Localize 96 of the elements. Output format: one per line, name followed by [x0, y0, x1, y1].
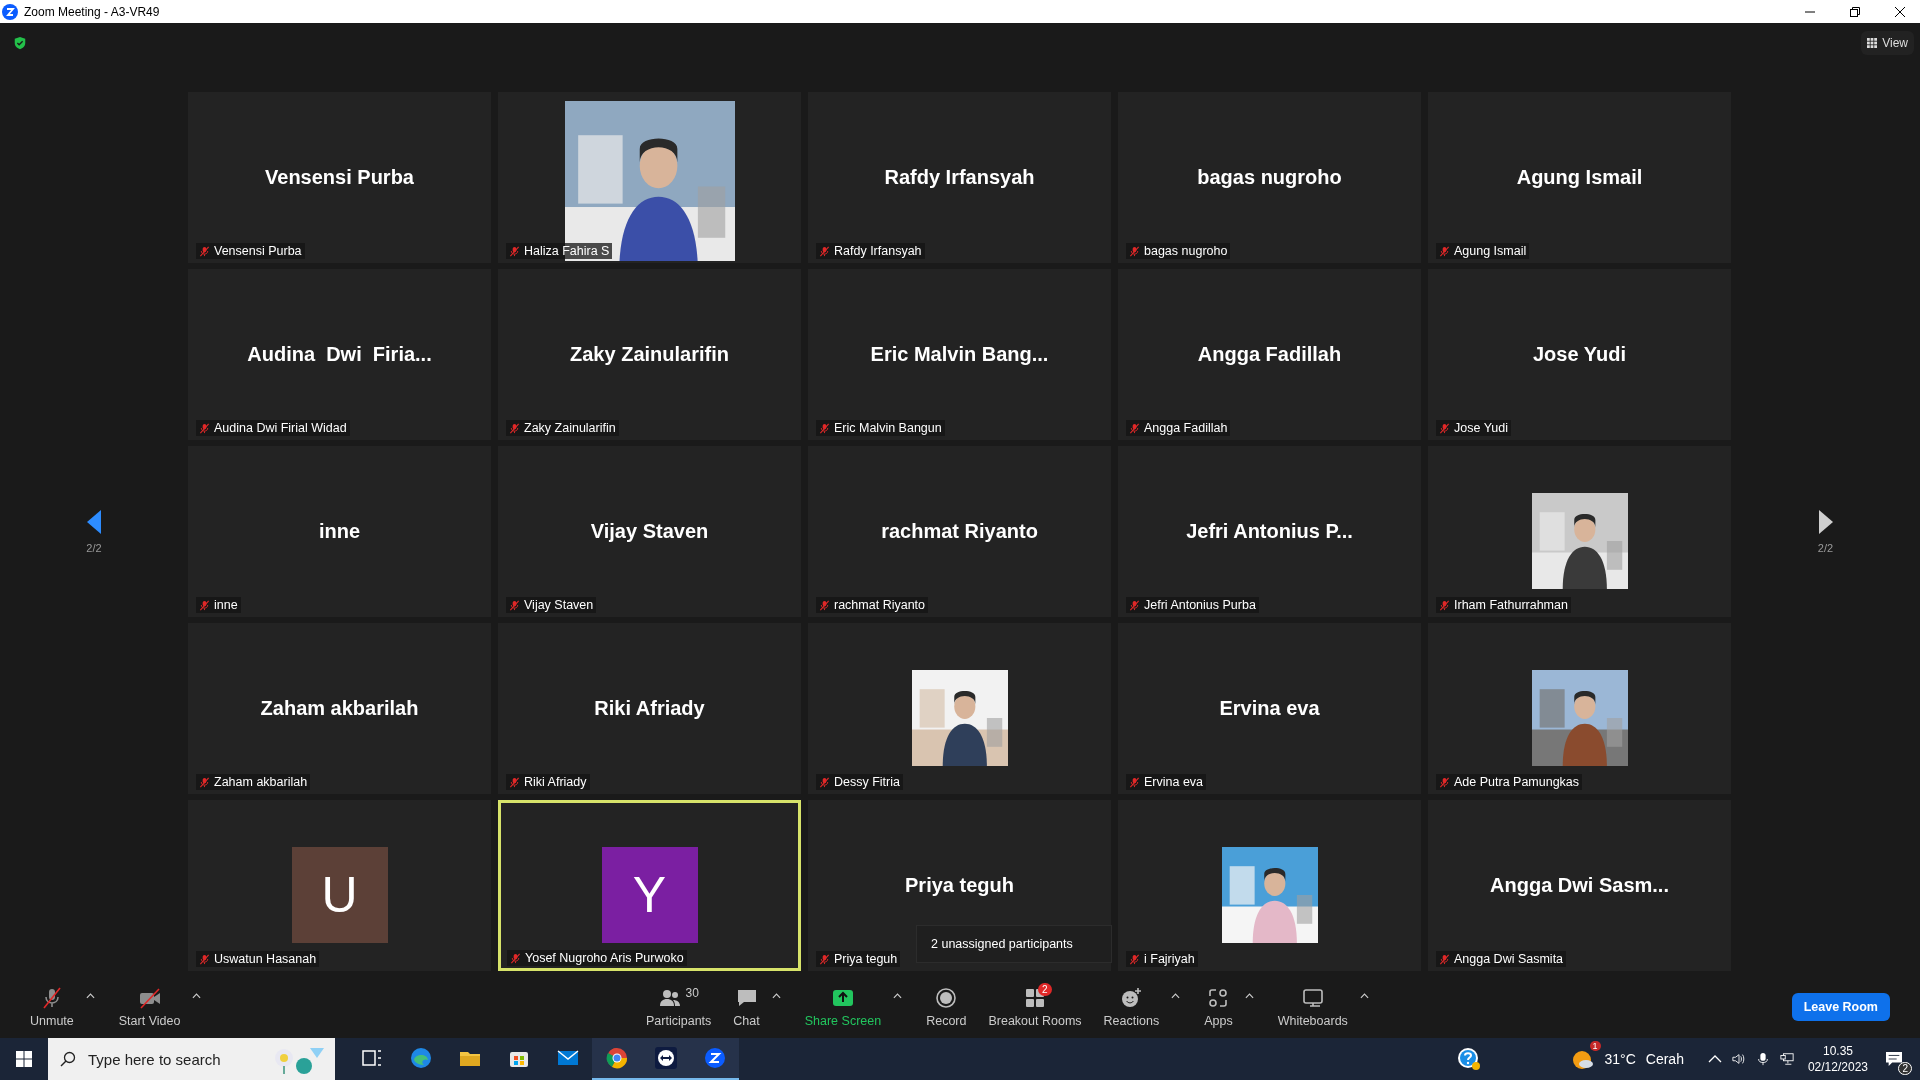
- shield-icon[interactable]: [13, 36, 27, 50]
- participant-label: i Fajriyah: [1144, 952, 1195, 966]
- participant-name: Angga Dwi Sasm...: [1490, 874, 1669, 897]
- avatar-initial: Y: [601, 846, 698, 943]
- toolbar-button[interactable]: 30 Participants: [636, 985, 722, 1028]
- previous-page-icon[interactable]: [87, 510, 101, 534]
- page-indicator: 2/2: [1817, 542, 1834, 554]
- participant-name: Vensensi Purba: [265, 166, 414, 189]
- close-icon[interactable]: [1894, 5, 1906, 18]
- avatar-initial: U: [291, 846, 388, 943]
- temperature-text: 31°C: [1604, 1051, 1636, 1067]
- toolbar-button[interactable]: Apps: [1194, 985, 1243, 1028]
- participant-label: Eric Malvin Bangun: [834, 421, 942, 435]
- participant-name: Riki Afriady: [594, 697, 705, 720]
- toolbar-button[interactable]: Record: [916, 985, 977, 1028]
- toolbar-button[interactable]: Start Video: [108, 985, 191, 1028]
- participant-name: Rafdy Irfansyah: [884, 166, 1035, 189]
- page-indicator: 2/2: [86, 542, 102, 554]
- participant-label: rachmat Riyanto: [834, 598, 925, 612]
- participant-label: Jose Yudi: [1454, 421, 1508, 435]
- participant-label: Zaham akbarilah: [214, 775, 308, 789]
- participant-name: Agung Ismail: [1516, 166, 1643, 189]
- participant-label: Ervina eva: [1144, 775, 1204, 789]
- participant-label: Jefri Antonius Purba: [1144, 598, 1256, 612]
- caret-icon[interactable]: [1244, 992, 1254, 999]
- view-button[interactable]: View: [1861, 31, 1914, 55]
- participant-name: Angga Fadillah: [1197, 343, 1342, 366]
- caret-icon[interactable]: [1171, 992, 1181, 999]
- search-field[interactable]: Type here to search: [48, 1038, 335, 1080]
- toolbar-button[interactable]: Share Screen: [794, 985, 892, 1028]
- notification-badge: 1: [1589, 1041, 1601, 1051]
- toolbar-button[interactable]: Chat: [723, 985, 770, 1028]
- participant-label: Irham Fathurrahman: [1454, 598, 1568, 612]
- taskbar-app[interactable]: [592, 1038, 641, 1080]
- participant-label: Rafdy Irfansyah: [834, 244, 922, 258]
- window-title: Zoom Meeting - A3-VR49: [24, 4, 160, 19]
- notification-badge: 2: [1898, 1062, 1912, 1075]
- participant-label: Riki Afriady: [524, 775, 587, 789]
- tooltip: 2 unassigned participants: [916, 925, 1112, 963]
- participant-label: Zaky Zainularifin: [524, 421, 616, 435]
- help-icon[interactable]: [1456, 1047, 1481, 1071]
- smiley-icon: [1119, 985, 1144, 1010]
- participant-name: Jefri Antonius P...: [1186, 520, 1353, 543]
- speaker-icon[interactable]: [1731, 1052, 1746, 1066]
- participant-label: Angga Dwi Sasmita: [1454, 952, 1564, 966]
- participant-name: Audina Dwi Firia...: [247, 343, 432, 366]
- caret-icon[interactable]: [192, 992, 202, 999]
- notification-badge: 2: [1038, 982, 1052, 996]
- participant-label: Angga Fadillah: [1144, 421, 1228, 435]
- participant-name: bagas nugroho: [1197, 166, 1342, 189]
- leave-room-button[interactable]: Leave Room: [1791, 992, 1890, 1021]
- caret-icon[interactable]: [1359, 992, 1369, 999]
- participant-name: Zaham akbarilah: [260, 697, 419, 720]
- caret-icon[interactable]: [771, 992, 781, 999]
- participant-label: inne: [214, 598, 238, 612]
- participant-name: Ervina eva: [1219, 697, 1320, 720]
- participant-label: Vijay Staven: [524, 598, 594, 612]
- toolbar-button[interactable]: Reactions: [1093, 985, 1170, 1028]
- microphone-icon[interactable]: [1755, 1052, 1770, 1066]
- toolbar-button[interactable]: 2 Breakout Rooms: [978, 985, 1092, 1028]
- caret-icon[interactable]: [893, 992, 903, 999]
- participant-name: inne: [318, 520, 361, 543]
- weather-text: Cerah: [1645, 1051, 1684, 1067]
- edge-browser-icon: [408, 1046, 433, 1070]
- participant-label: Agung Ismail: [1454, 244, 1527, 258]
- participant-label: Vensensi Purba: [214, 244, 302, 258]
- remote-arrows-icon: [653, 1046, 678, 1070]
- next-page-icon[interactable]: [1818, 510, 1833, 534]
- taskbar-app[interactable]: [690, 1038, 739, 1080]
- participant-label: Uswatun Hasanah: [214, 952, 317, 966]
- participant-name: rachmat Riyanto: [881, 520, 1038, 543]
- clock-time[interactable]: 10.35: [1822, 1044, 1853, 1058]
- participant-label: bagas nugroho: [1144, 244, 1228, 258]
- chrome-browser-icon: [604, 1046, 629, 1070]
- participant-label: Priya teguh: [834, 952, 898, 966]
- clock-date[interactable]: 02/12/2023: [1807, 1060, 1868, 1074]
- record-icon: [934, 985, 959, 1010]
- participant-label: Yosef Nugroho Aris Purwoko: [525, 951, 684, 965]
- network-icon[interactable]: [1779, 1052, 1794, 1066]
- toolbar-button[interactable]: Whiteboards: [1267, 985, 1358, 1028]
- caret-icon[interactable]: [85, 992, 95, 999]
- participant-label: Dessy Fitria: [834, 775, 900, 789]
- participant-name: Zaky Zainularifin: [570, 343, 729, 366]
- participant-name: Eric Malvin Bang...: [870, 343, 1049, 366]
- participant-name: Priya teguh: [905, 874, 1014, 897]
- toolbar-button[interactable]: Unmute: [20, 985, 84, 1028]
- participant-name: Vijay Staven: [590, 520, 709, 543]
- grid-icon: [1867, 38, 1878, 48]
- participant-label: Audina Dwi Firial Widad: [214, 421, 347, 435]
- restore-icon[interactable]: [1849, 5, 1861, 18]
- participant-label: Haliza Fahira S: [524, 244, 610, 258]
- participant-label: Ade Putra Pamungkas: [1454, 775, 1580, 789]
- zoom-app-icon: [702, 1046, 727, 1070]
- start-icon[interactable]: [16, 1051, 32, 1067]
- participant-name: Jose Yudi: [1533, 343, 1626, 366]
- notification-icon[interactable]: [1885, 1051, 1903, 1067]
